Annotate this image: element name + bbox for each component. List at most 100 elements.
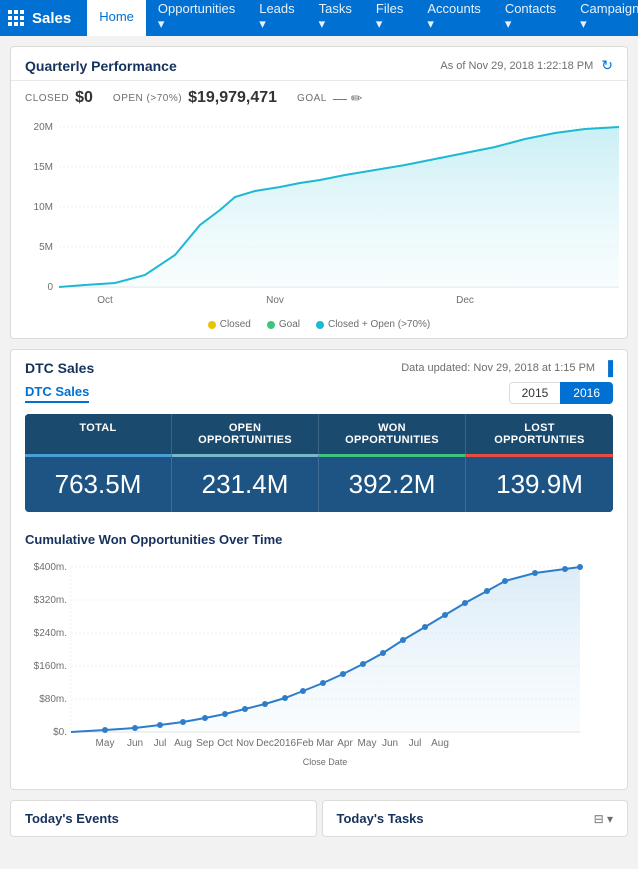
svg-text:0: 0 xyxy=(47,282,53,293)
legend-closed-open-label: Closed + Open (>70%) xyxy=(328,319,430,330)
dtc-body: DTC Sales 2015 2016 TOTAL Open Opportuni… xyxy=(11,382,627,789)
goal-edit-icon[interactable]: — ✏ xyxy=(333,90,363,107)
goal-label: GOAL xyxy=(297,93,327,104)
svg-text:Apr: Apr xyxy=(337,738,353,749)
svg-text:Sep: Sep xyxy=(196,738,214,749)
svg-text:Jul: Jul xyxy=(154,738,167,749)
year-btn-2016[interactable]: 2016 xyxy=(560,382,613,404)
tab-opportunities[interactable]: Opportunities ▾ xyxy=(146,0,247,36)
nav-tabs: Home Opportunities ▾ Leads ▾ Tasks ▾ Fil… xyxy=(87,0,638,36)
open-label: OPEN (>70%) xyxy=(113,93,182,104)
col-header-open: Open Opportunities xyxy=(172,414,319,454)
col-header-lost: Lost Opportunties xyxy=(466,414,613,454)
svg-text:Oct: Oct xyxy=(217,738,233,749)
col-header-won: Won Opportunities xyxy=(319,414,466,454)
grid-icon[interactable] xyxy=(8,6,24,30)
dtc-card-header: DTC Sales Data updated: Nov 29, 2018 at … xyxy=(11,350,627,382)
quarterly-chart-area: 20M 15M 10M 5M 0 xyxy=(11,111,627,338)
val-total: 763.5M xyxy=(25,454,172,512)
cumulative-chart: $400m. $320m. $240m. $160m. $80m. $0. C xyxy=(25,555,585,775)
svg-text:Dec: Dec xyxy=(456,295,474,306)
dtc-card: DTC Sales Data updated: Nov 29, 2018 at … xyxy=(10,349,628,790)
svg-text:Aug: Aug xyxy=(431,738,449,749)
val-open: 231.4M xyxy=(172,454,319,512)
qp-stats: CLOSED $0 OPEN (>70%) $19,979,471 GOAL —… xyxy=(11,81,627,111)
svg-text:May: May xyxy=(96,738,115,749)
svg-text:$320m.: $320m. xyxy=(34,595,67,606)
svg-text:Jun: Jun xyxy=(127,738,143,749)
bottom-row: Today's Events Today's Tasks ⊟ ▾ xyxy=(10,800,628,837)
svg-text:Mar: Mar xyxy=(316,738,334,749)
tab-tasks[interactable]: Tasks ▾ xyxy=(307,0,364,36)
open-stat: OPEN (>70%) $19,979,471 xyxy=(113,89,277,107)
events-card-header: Today's Events xyxy=(25,811,302,826)
stats-table-values: 763.5M 231.4M 392.2M 139.9M xyxy=(25,454,613,512)
col-header-total: TOTAL xyxy=(25,414,172,454)
svg-text:$80m.: $80m. xyxy=(39,694,67,705)
svg-text:$240m.: $240m. xyxy=(34,628,67,639)
quarterly-legend: Closed Goal Closed + Open (>70%) xyxy=(25,319,613,330)
svg-text:$400m.: $400m. xyxy=(34,562,67,573)
cumulative-chart-wrap: Cumulative Won Opportunities Over Time $… xyxy=(25,532,613,775)
svg-text:May: May xyxy=(358,738,377,749)
legend-closed-open: Closed + Open (>70%) xyxy=(316,319,430,330)
legend-goal-label: Goal xyxy=(279,319,300,330)
dtc-tabs-row: DTC Sales 2015 2016 xyxy=(25,382,613,404)
main-content: Quarterly Performance As of Nov 29, 2018… xyxy=(0,46,638,837)
legend-goal: Goal xyxy=(267,319,300,330)
tab-campaigns[interactable]: Campaigns ▾ xyxy=(568,0,638,36)
quarterly-card: Quarterly Performance As of Nov 29, 2018… xyxy=(10,46,628,339)
quarterly-title: Quarterly Performance xyxy=(25,58,177,74)
val-lost: 139.9M xyxy=(466,454,613,512)
tab-home[interactable]: Home xyxy=(87,0,146,36)
closed-value: $0 xyxy=(75,89,93,107)
open-value: $19,979,471 xyxy=(188,89,277,107)
tasks-card: Today's Tasks ⊟ ▾ xyxy=(322,800,629,837)
stats-table: TOTAL Open Opportunities Won Opportuniti… xyxy=(25,414,613,512)
legend-closed: Closed xyxy=(208,319,251,330)
closed-label: CLOSED xyxy=(25,93,69,104)
tasks-card-header: Today's Tasks ⊟ ▾ xyxy=(337,811,614,826)
refresh-icon[interactable]: ↻ xyxy=(601,57,613,74)
dtc-meta: Data updated: Nov 29, 2018 at 1:15 PM xyxy=(401,362,595,374)
app-name: Sales xyxy=(32,10,71,27)
quarterly-chart: 20M 15M 10M 5M 0 xyxy=(25,115,623,315)
svg-text:Feb: Feb xyxy=(296,738,314,749)
dtc-title: DTC Sales xyxy=(25,360,94,376)
legend-closed-label: Closed xyxy=(220,319,251,330)
dtc-tab-title[interactable]: DTC Sales xyxy=(25,384,89,403)
svg-text:Jun: Jun xyxy=(382,738,398,749)
tasks-filter-icon[interactable]: ⊟ ▾ xyxy=(594,812,613,826)
tab-files[interactable]: Files ▾ xyxy=(364,0,415,36)
tasks-title: Today's Tasks xyxy=(337,811,424,826)
goal-stat: GOAL — ✏ xyxy=(297,90,362,107)
svg-text:20M: 20M xyxy=(34,122,53,133)
quarterly-timestamp: As of Nov 29, 2018 1:22:18 PM xyxy=(440,60,593,72)
tab-leads[interactable]: Leads ▾ xyxy=(247,0,306,36)
cumulative-chart-title: Cumulative Won Opportunities Over Time xyxy=(25,532,613,547)
svg-text:Jul: Jul xyxy=(409,738,422,749)
svg-text:Aug: Aug xyxy=(174,738,192,749)
closed-stat: CLOSED $0 xyxy=(25,89,93,107)
svg-text:$160m.: $160m. xyxy=(34,661,67,672)
svg-text:Dec: Dec xyxy=(256,738,274,749)
val-won: 392.2M xyxy=(319,454,466,512)
year-btn-2015[interactable]: 2015 xyxy=(509,382,561,404)
svg-text:Nov: Nov xyxy=(236,738,254,749)
events-card: Today's Events xyxy=(10,800,317,837)
svg-text:15M: 15M xyxy=(34,162,53,173)
svg-text:$0.: $0. xyxy=(53,727,67,738)
svg-text:5M: 5M xyxy=(39,242,53,253)
quarterly-card-header: Quarterly Performance As of Nov 29, 2018… xyxy=(11,47,627,81)
svg-text:Nov: Nov xyxy=(266,295,284,306)
year-buttons: 2015 2016 xyxy=(509,382,613,404)
top-nav: Sales Home Opportunities ▾ Leads ▾ Tasks… xyxy=(0,0,638,36)
stats-table-header: TOTAL Open Opportunities Won Opportuniti… xyxy=(25,414,613,454)
bar-chart-icon[interactable]: ▐ xyxy=(603,360,613,376)
tab-accounts[interactable]: Accounts ▾ xyxy=(415,0,492,36)
events-title: Today's Events xyxy=(25,811,119,826)
svg-text:Oct: Oct xyxy=(97,295,113,306)
tab-contacts[interactable]: Contacts ▾ xyxy=(493,0,568,36)
svg-text:Close Date: Close Date xyxy=(303,757,348,767)
svg-text:2016: 2016 xyxy=(274,738,297,749)
